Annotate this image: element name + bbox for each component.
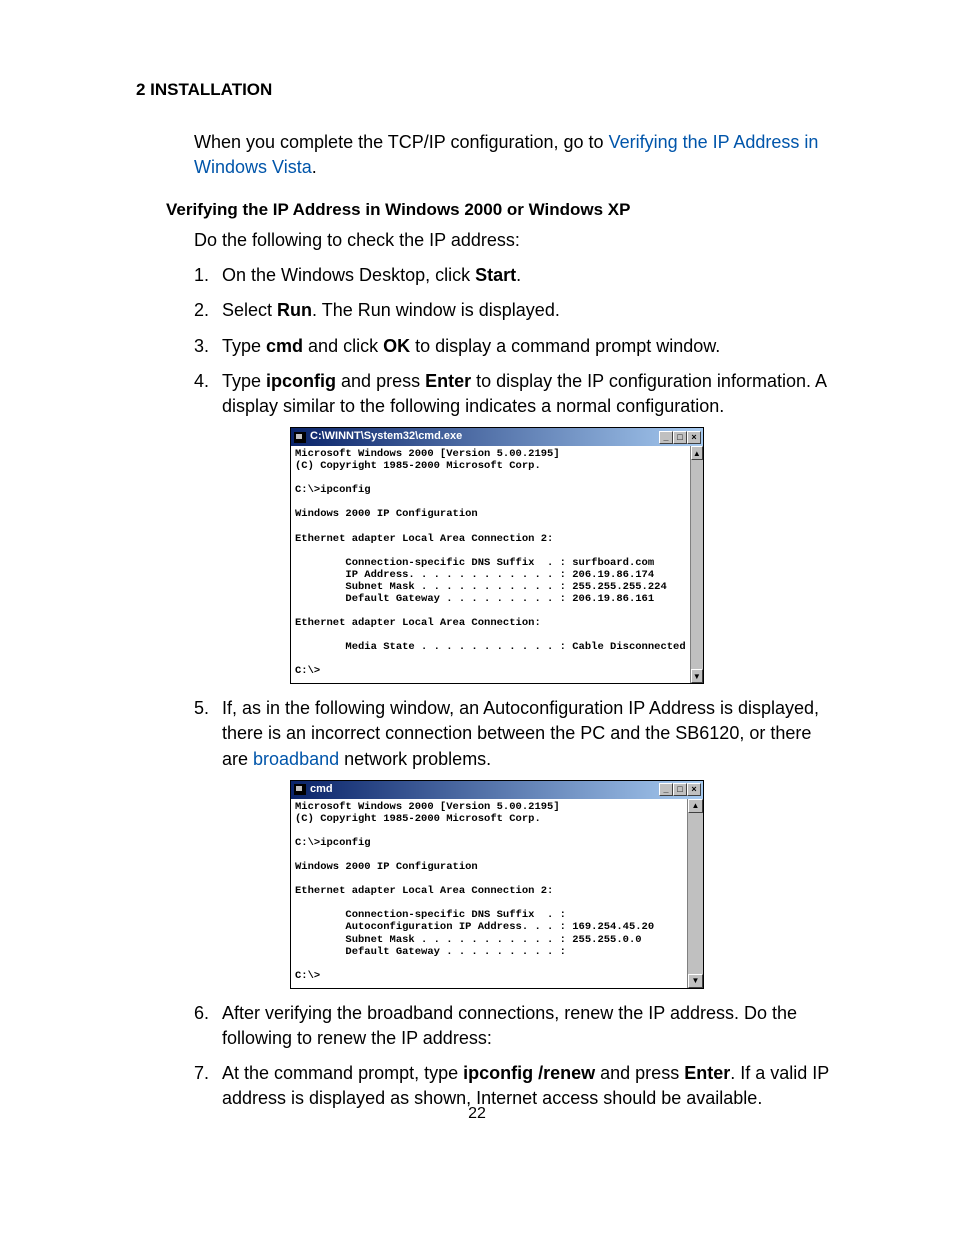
- step-text: After verifying the broadband connection…: [222, 1003, 797, 1048]
- step-5: 5. If, as in the following window, an Au…: [194, 696, 834, 989]
- step-number: 4.: [194, 369, 209, 394]
- scroll-up-button[interactable]: ▲: [691, 446, 703, 460]
- scrollbar[interactable]: ▲ ▼: [687, 799, 703, 988]
- step-4: 4. Type ipconfig and press Enter to disp…: [194, 369, 834, 685]
- scroll-down-button[interactable]: ▼: [688, 974, 703, 988]
- page-number: 22: [0, 1103, 954, 1125]
- bold-ok: OK: [383, 336, 410, 356]
- cmd-icon: [294, 784, 306, 795]
- step-number: 3.: [194, 334, 209, 359]
- step-number: 2.: [194, 298, 209, 323]
- heading-verify-xp: Verifying the IP Address in Windows 2000…: [166, 198, 834, 222]
- step-text: . The Run window is displayed.: [312, 300, 560, 320]
- bold-start: Start: [475, 265, 516, 285]
- bold-enter: Enter: [425, 371, 471, 391]
- step-text: Select: [222, 300, 277, 320]
- step-2: 2. Select Run. The Run window is display…: [194, 298, 834, 323]
- close-button[interactable]: ×: [687, 783, 701, 796]
- close-button[interactable]: ×: [687, 431, 701, 444]
- maximize-button[interactable]: □: [673, 431, 687, 444]
- step-number: 5.: [194, 696, 209, 721]
- scrollbar[interactable]: ▲ ▼: [690, 446, 703, 683]
- intro-text-post: .: [312, 157, 317, 177]
- cmd-icon: [294, 432, 306, 443]
- bold-cmd: cmd: [266, 336, 303, 356]
- cmd-output: Microsoft Windows 2000 [Version 5.00.219…: [291, 446, 690, 683]
- step-3: 3. Type cmd and click OK to display a co…: [194, 334, 834, 359]
- titlebar-text: C:\WINNT\System32\cmd.exe: [310, 429, 462, 444]
- step-text: Type: [222, 371, 266, 391]
- titlebar: cmd _ □ ×: [291, 781, 703, 799]
- intro-paragraph: When you complete the TCP/IP configurati…: [194, 130, 834, 180]
- step-number: 6.: [194, 1001, 209, 1026]
- scroll-down-button[interactable]: ▼: [691, 669, 703, 683]
- cmd-window-1: C:\WINNT\System32\cmd.exe _ □ × Microsof…: [290, 427, 704, 684]
- section-header: 2 INSTALLATION: [136, 78, 834, 102]
- titlebar-text: cmd: [310, 782, 333, 797]
- step-text: .: [516, 265, 521, 285]
- cmd-window-2: cmd _ □ × Microsoft Windows 2000 [Versio…: [290, 780, 704, 989]
- step-6: 6. After verifying the broadband connect…: [194, 1001, 834, 1051]
- step-text: network problems.: [339, 749, 491, 769]
- bold-run: Run: [277, 300, 312, 320]
- step-number: 7.: [194, 1061, 209, 1086]
- bold-enter: Enter: [684, 1063, 730, 1083]
- step-text: At the command prompt, type: [222, 1063, 463, 1083]
- minimize-button[interactable]: _: [659, 431, 673, 444]
- maximize-button[interactable]: □: [673, 783, 687, 796]
- lead-text: Do the following to check the IP address…: [194, 228, 834, 253]
- step-text: Type: [222, 336, 266, 356]
- titlebar: C:\WINNT\System32\cmd.exe _ □ ×: [291, 428, 703, 446]
- step-text: to display a command prompt window.: [410, 336, 720, 356]
- step-text: and click: [303, 336, 383, 356]
- step-text: On the Windows Desktop, click: [222, 265, 475, 285]
- step-text: and press: [595, 1063, 684, 1083]
- cmd-output: Microsoft Windows 2000 [Version 5.00.219…: [291, 799, 687, 988]
- step-1: 1. On the Windows Desktop, click Start.: [194, 263, 834, 288]
- step-text: and press: [336, 371, 425, 391]
- intro-text-pre: When you complete the TCP/IP configurati…: [194, 132, 609, 152]
- step-number: 1.: [194, 263, 209, 288]
- bold-ipconfig-renew: ipconfig /renew: [463, 1063, 595, 1083]
- minimize-button[interactable]: _: [659, 783, 673, 796]
- bold-ipconfig: ipconfig: [266, 371, 336, 391]
- scroll-up-button[interactable]: ▲: [688, 799, 703, 813]
- link-broadband[interactable]: broadband: [253, 749, 339, 769]
